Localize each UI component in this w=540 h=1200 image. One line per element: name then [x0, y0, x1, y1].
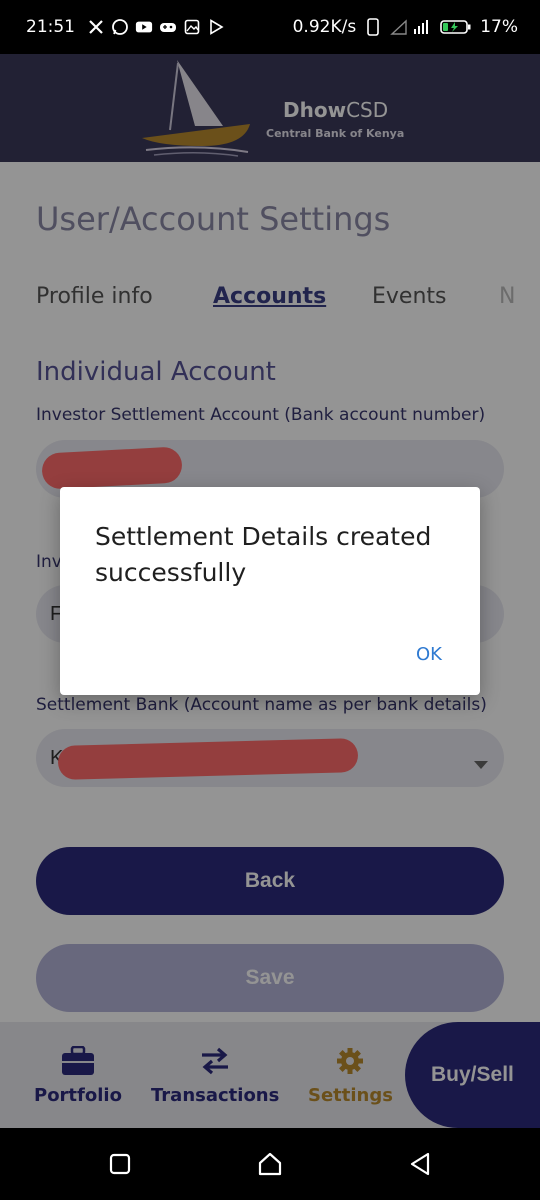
square-icon	[109, 1153, 131, 1175]
gallery-icon	[183, 18, 201, 36]
phone-outline-icon	[364, 18, 382, 36]
battery-level: 17%	[480, 17, 518, 37]
status-bar: 21:51 0.92K/s 17%	[0, 0, 540, 54]
clock: 21:51	[26, 17, 75, 37]
system-nav-bar	[0, 1128, 540, 1200]
recents-button[interactable]	[106, 1150, 134, 1178]
home-button[interactable]	[256, 1150, 284, 1178]
x-icon	[87, 18, 105, 36]
signal-icon	[390, 18, 432, 36]
whatsapp-icon	[111, 18, 129, 36]
network-speed: 0.92K/s	[292, 17, 357, 37]
gamepad-icon	[159, 18, 177, 36]
play-store-icon	[207, 18, 225, 36]
back-triangle-icon	[410, 1152, 430, 1176]
back-nav-button[interactable]	[406, 1150, 434, 1178]
youtube-icon	[135, 18, 153, 36]
success-dialog: Settlement Details created successfully …	[60, 487, 480, 695]
dialog-message: Settlement Details created successfully	[95, 522, 432, 587]
home-icon	[258, 1152, 282, 1176]
ok-button[interactable]: OK	[416, 644, 442, 665]
battery-charging-icon	[440, 18, 472, 36]
